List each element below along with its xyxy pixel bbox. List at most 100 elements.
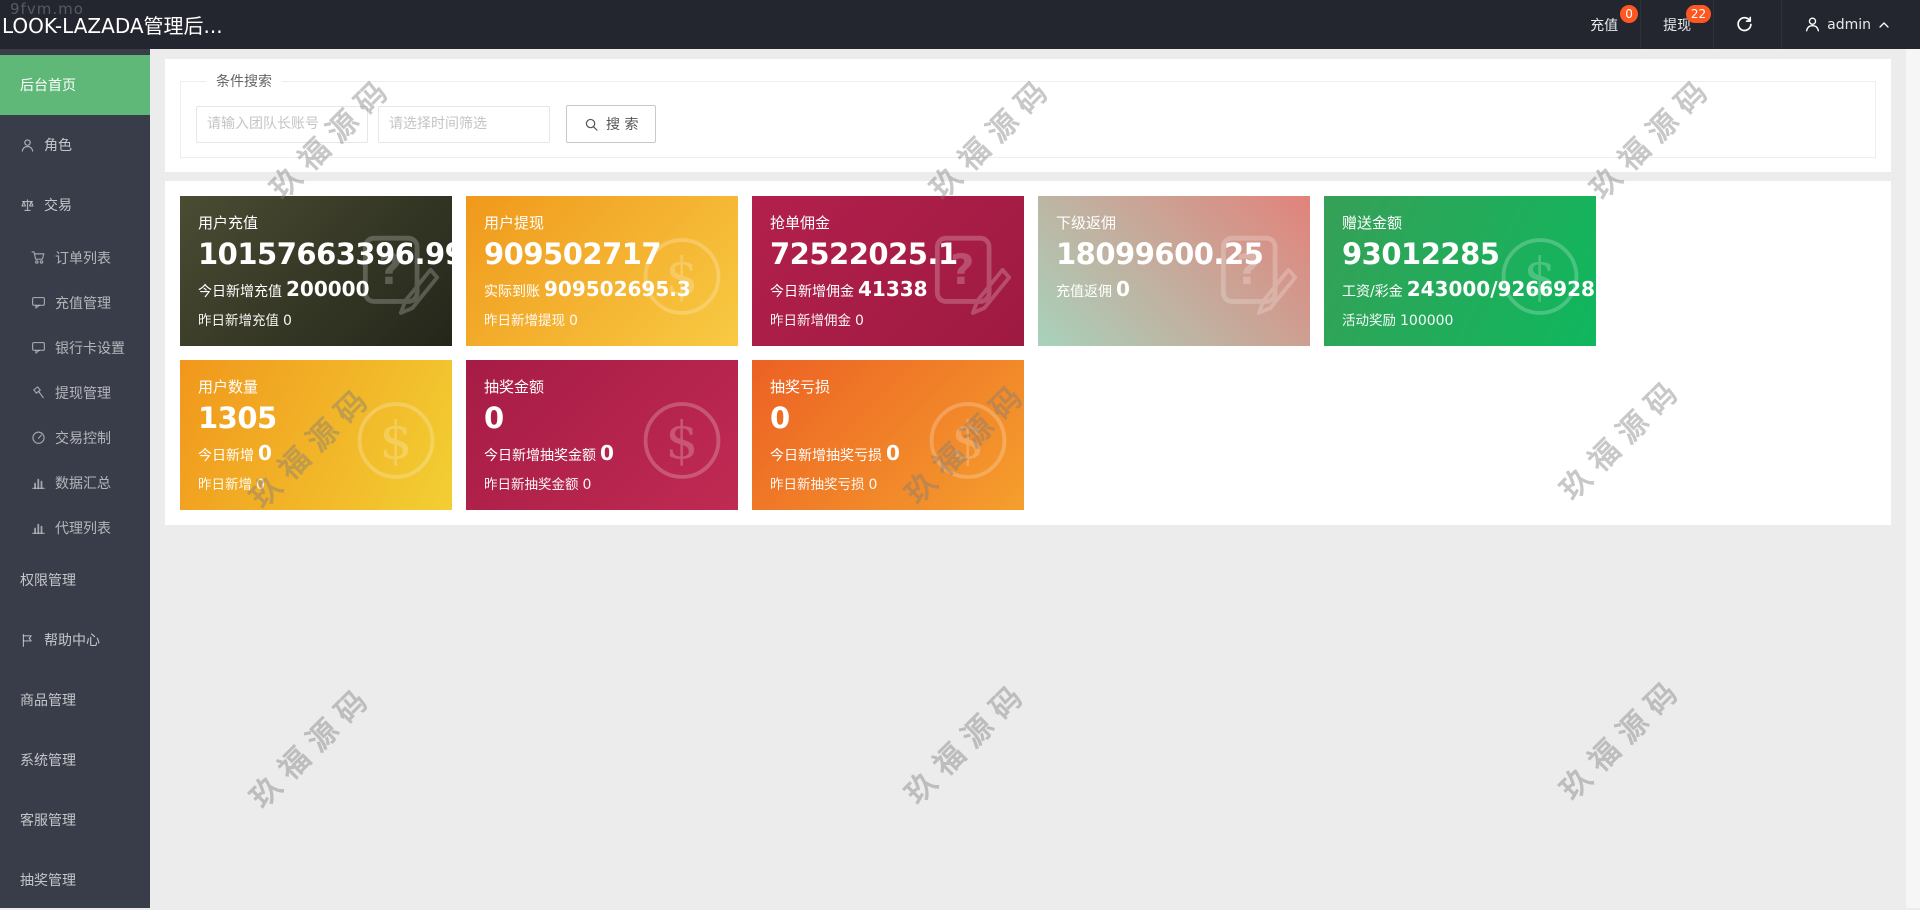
time-filter-input[interactable] <box>378 106 550 143</box>
card-subline-2: 昨日新增提现0 <box>484 309 720 329</box>
card-title: 抽奖金额 <box>484 376 720 397</box>
card-value: 1305 <box>198 400 434 436</box>
card-subline-1: 充值返佣0 <box>1056 277 1292 301</box>
team-leader-account-input[interactable] <box>196 106 368 143</box>
sidebar-item-bankcards[interactable]: 银行卡设置 <box>0 325 150 370</box>
card-value: 0 <box>770 400 1006 436</box>
card-subline-1-label: 今日新增抽奖亏损 <box>770 448 882 464</box>
sidebar-item-label: 商品管理 <box>20 690 76 710</box>
card-subline-1-value: 909502695.3 <box>544 277 691 301</box>
stat-card-sub-rebate: 下级返佣18099600.25充值返佣0? <box>1038 196 1310 346</box>
card-title: 抽奖亏损 <box>770 376 1006 397</box>
card-subline-2-label: 昨日新增提现 <box>484 313 565 329</box>
person-icon <box>20 138 35 153</box>
withdraw-badge: 22 <box>1686 5 1711 23</box>
user-menu[interactable]: admin <box>1781 0 1912 49</box>
withdraw-menu-button[interactable]: 提现 22 <box>1640 0 1713 49</box>
header-actions: 充值 0 提现 22 admin <box>1568 0 1912 49</box>
scales-icon <box>20 198 35 213</box>
sidebar-item-recharge[interactable]: 充值管理 <box>0 280 150 325</box>
sidebar-item-label: 客服管理 <box>20 810 76 830</box>
refresh-button[interactable] <box>1713 0 1781 49</box>
user-icon <box>1804 16 1821 33</box>
search-panel: 条件搜索 搜 索 <box>165 59 1891 172</box>
sidebar-item-label: 权限管理 <box>20 570 76 590</box>
main-content: 条件搜索 搜 索 用户充值10157663396.99今日新增充值200000昨… <box>150 49 1906 908</box>
sidebar-item-system[interactable]: 系统管理 <box>0 730 150 790</box>
tool-icon <box>31 385 46 400</box>
card-subline-1-value: 0 <box>600 441 614 465</box>
card-subline-1-value: 200000 <box>286 277 370 301</box>
stat-card-user-withdraw: 用户提现909502717实际到账909502695.3昨日新增提现0$ <box>466 196 738 346</box>
card-subline-1-label: 今日新增 <box>198 448 254 464</box>
gauge-icon <box>31 430 46 445</box>
card-subline-1-value: 41338 <box>858 277 928 301</box>
card-subline-2: 昨日新抽奖金额0 <box>484 473 720 493</box>
sidebar-item-roles[interactable]: 角色 <box>0 115 150 175</box>
card-title: 用户数量 <box>198 376 434 397</box>
card-subline-1-label: 工资/彩金 <box>1342 284 1403 300</box>
cart-icon <box>31 250 46 265</box>
search-icon <box>584 117 599 132</box>
recharge-menu-button[interactable]: 充值 0 <box>1568 0 1640 49</box>
search-row: 搜 索 <box>196 105 1860 143</box>
stat-card-order-commission: 抢单佣金72522025.1今日新增佣金41338昨日新增佣金0? <box>752 196 1024 346</box>
sidebar-item-label: 提现管理 <box>55 383 111 403</box>
card-subline-1: 今日新增抽奖金额0 <box>484 441 720 465</box>
sidebar-item-agents[interactable]: 代理列表 <box>0 505 150 550</box>
chart-icon <box>31 520 46 535</box>
card-subline-2-label: 昨日新增佣金 <box>770 313 851 329</box>
stat-cards-panel: 用户充值10157663396.99今日新增充值200000昨日新增充值0?用户… <box>165 181 1891 525</box>
card-value: 72522025.1 <box>770 236 1006 272</box>
card-subline-2-value: 0 <box>583 477 592 493</box>
card-subline-2-value: 0 <box>283 313 292 329</box>
scrollbar[interactable] <box>1906 49 1920 908</box>
card-subline-2: 昨日新增0 <box>198 473 434 493</box>
corner-watermark: 9fvm.mo <box>10 0 84 18</box>
card-subline-1-value: 243000/9266928 <box>1407 277 1595 301</box>
card-subline-2-label: 活动奖励 <box>1342 313 1396 329</box>
sidebar-item-label: 订单列表 <box>55 248 111 268</box>
card-subline-1: 工资/彩金243000/9266928 <box>1342 277 1578 301</box>
sidebar-item-products[interactable]: 商品管理 <box>0 670 150 730</box>
card-subline-1: 今日新增抽奖亏损0 <box>770 441 1006 465</box>
sidebar-item-trade[interactable]: 交易 <box>0 175 150 235</box>
card-subline-1-value: 0 <box>258 441 272 465</box>
sidebar-item-orders[interactable]: 订单列表 <box>0 235 150 280</box>
sidebar-item-trade-control[interactable]: 交易控制 <box>0 415 150 460</box>
sidebar-item-permissions[interactable]: 权限管理 <box>0 550 150 610</box>
sidebar-item-data-summary[interactable]: 数据汇总 <box>0 460 150 505</box>
card-value: 93012285 <box>1342 236 1578 272</box>
search-button[interactable]: 搜 索 <box>566 105 656 143</box>
stat-card-lottery-loss: 抽奖亏损0今日新增抽奖亏损0昨日新抽奖亏损0$ <box>752 360 1024 510</box>
card-subline-2: 昨日新增充值0 <box>198 309 434 329</box>
flag-icon <box>20 633 35 648</box>
card-subline-2-label: 昨日新抽奖亏损 <box>770 477 865 493</box>
chat-icon <box>31 340 46 355</box>
card-subline-2: 活动奖励100000 <box>1342 309 1578 329</box>
card-title: 用户充值 <box>198 212 434 233</box>
sidebar-item-service[interactable]: 客服管理 <box>0 790 150 850</box>
sidebar-item-label: 充值管理 <box>55 293 111 313</box>
sidebar-item-help[interactable]: 帮助中心 <box>0 610 150 670</box>
sidebar-item-label: 数据汇总 <box>55 473 111 493</box>
recharge-menu-label: 充值 <box>1590 15 1618 35</box>
card-title: 用户提现 <box>484 212 720 233</box>
card-subline-2-value: 0 <box>855 313 864 329</box>
card-subline-2: 昨日新抽奖亏损0 <box>770 473 1006 493</box>
sidebar-item-withdraw[interactable]: 提现管理 <box>0 370 150 415</box>
search-legend: 条件搜索 <box>206 71 282 91</box>
stat-card-user-recharge: 用户充值10157663396.99今日新增充值200000昨日新增充值0? <box>180 196 452 346</box>
sidebar-item-label: 代理列表 <box>55 518 111 538</box>
chevron-up-icon <box>1878 19 1890 31</box>
card-subline-2-value: 0 <box>869 477 878 493</box>
card-value: 0 <box>484 400 720 436</box>
sidebar-item-lottery[interactable]: 抽奖管理 <box>0 850 150 910</box>
card-subline-2-value: 100000 <box>1400 313 1453 329</box>
card-subline-2: 昨日新增佣金0 <box>770 309 1006 329</box>
card-subline-1-label: 充值返佣 <box>1056 284 1112 300</box>
card-subline-1: 今日新增0 <box>198 441 434 465</box>
sidebar-item-home[interactable]: 后台首页 <box>0 55 150 115</box>
top-bar: 9fvm.mo LOOK-LAZADA管理后... 充值 0 提现 22 adm… <box>0 0 1920 49</box>
card-subline-2-label: 昨日新增充值 <box>198 313 279 329</box>
